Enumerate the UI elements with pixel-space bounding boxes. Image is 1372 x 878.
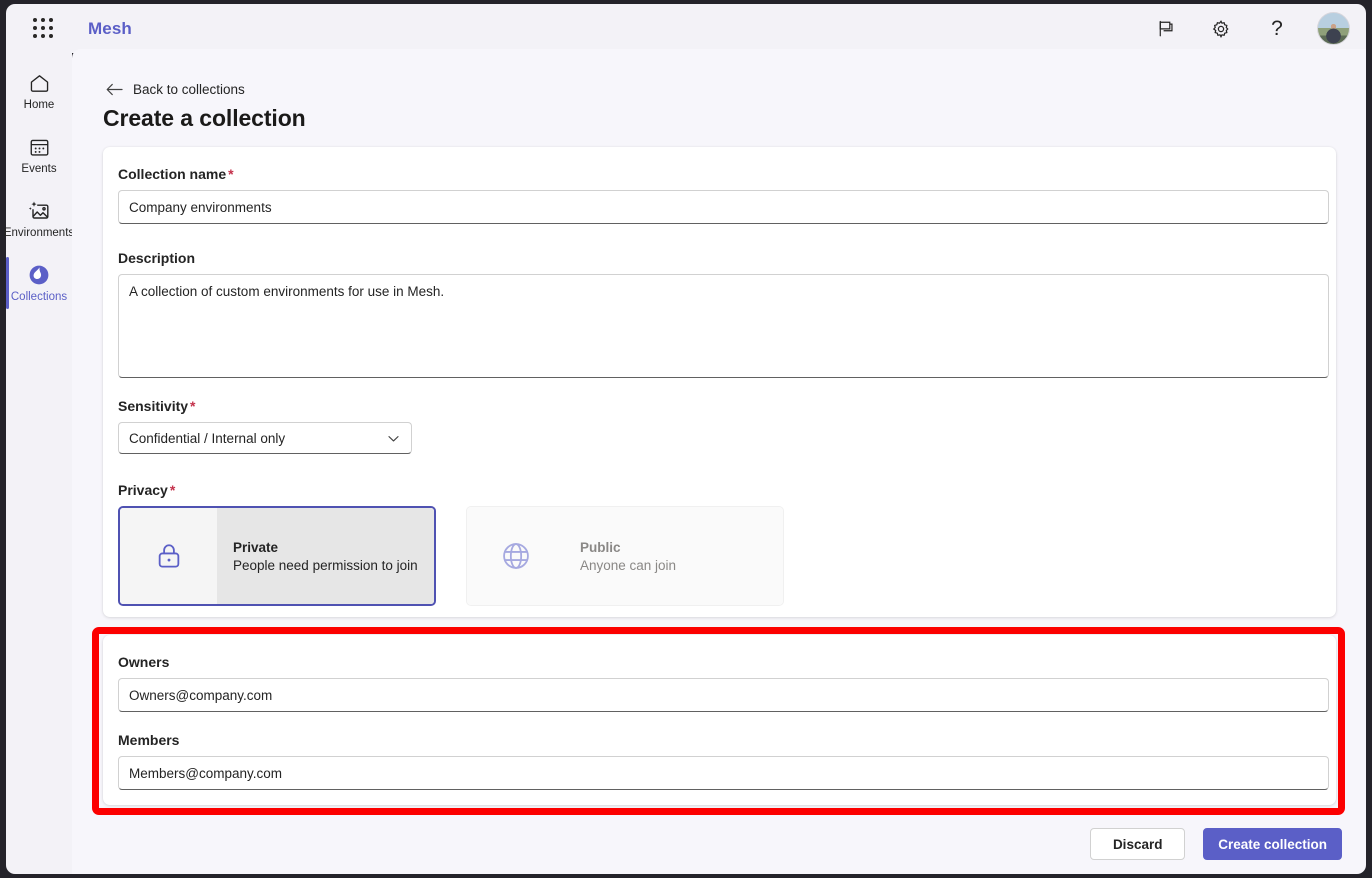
- sensitivity-field: Sensitivity* Confidential / Internal onl…: [118, 398, 412, 454]
- privacy-text-pane: Private People need permission to join: [217, 508, 434, 604]
- privacy-label: Privacy*: [118, 482, 784, 498]
- top-bar: Mesh ?: [6, 4, 1366, 53]
- top-bar-actions: ?: [1149, 12, 1350, 45]
- people-card: Owners Members: [103, 635, 1336, 805]
- sidebar-item-label: Home: [24, 99, 55, 112]
- privacy-option-title: Public: [580, 540, 783, 555]
- arrow-left-icon: [106, 82, 123, 97]
- privacy-field: Privacy*: [118, 482, 784, 606]
- app-window: Mesh ?: [0, 0, 1372, 878]
- sidebar-item-home[interactable]: Home: [6, 59, 72, 123]
- collection-name-field: Collection name*: [118, 166, 1329, 224]
- privacy-option-public[interactable]: Public Anyone can join: [466, 506, 784, 606]
- members-field: Members: [118, 732, 1329, 790]
- collection-name-label: Collection name*: [118, 166, 1329, 182]
- globe-icon: [498, 538, 534, 574]
- back-to-collections-link[interactable]: Back to collections: [106, 82, 245, 97]
- help-icon[interactable]: ?: [1261, 13, 1293, 45]
- back-link-label: Back to collections: [133, 82, 245, 97]
- app-launcher-icon[interactable]: [30, 16, 56, 42]
- collections-globe-icon: [27, 262, 51, 288]
- members-label: Members: [118, 732, 1329, 748]
- create-collection-button[interactable]: Create collection: [1203, 828, 1342, 860]
- required-asterisk: *: [190, 398, 195, 414]
- owners-input[interactable]: [118, 678, 1329, 712]
- privacy-option-title: Private: [233, 540, 434, 555]
- description-textarea[interactable]: [118, 274, 1329, 378]
- description-field: Description: [118, 250, 1329, 383]
- sidebar-item-events[interactable]: Events: [6, 123, 72, 187]
- sidebar-item-label: Collections: [11, 291, 67, 304]
- members-input[interactable]: [118, 756, 1329, 790]
- privacy-text-pane: Public Anyone can join: [564, 507, 783, 605]
- sidebar-item-collections[interactable]: Collections: [6, 251, 72, 315]
- owners-label: Owners: [118, 654, 1329, 670]
- avatar[interactable]: [1317, 12, 1350, 45]
- required-asterisk: *: [170, 482, 175, 498]
- lock-icon: [152, 539, 186, 573]
- sidebar-item-label: Environments: [4, 227, 74, 240]
- sidebar-item-environments[interactable]: Environments: [6, 187, 72, 251]
- privacy-option-subtitle: Anyone can join: [580, 558, 783, 573]
- privacy-icon-pane: [467, 507, 564, 605]
- sidebar-item-label: Events: [21, 163, 56, 176]
- page-title: Create a collection: [103, 105, 306, 132]
- privacy-icon-pane: [120, 508, 217, 604]
- chevron-down-icon: [386, 431, 401, 446]
- gear-icon[interactable]: [1205, 13, 1237, 45]
- sensitivity-select[interactable]: Confidential / Internal only: [118, 422, 412, 454]
- privacy-options: Private People need permission to join: [118, 506, 784, 606]
- privacy-option-subtitle: People need permission to join: [233, 558, 434, 573]
- sensitivity-label: Sensitivity*: [118, 398, 412, 414]
- privacy-option-private[interactable]: Private People need permission to join: [118, 506, 436, 606]
- discard-button[interactable]: Discard: [1090, 828, 1185, 860]
- description-label: Description: [118, 250, 1329, 266]
- app-brand-title: Mesh: [88, 19, 132, 39]
- left-nav-rail: Home Events: [6, 49, 72, 874]
- flag-icon[interactable]: [1149, 13, 1181, 45]
- collection-name-input[interactable]: [118, 190, 1329, 224]
- main-content: Back to collections Create a collection …: [72, 49, 1366, 874]
- image-sparkle-icon: [27, 198, 51, 224]
- sensitivity-selected-value: Confidential / Internal only: [129, 431, 285, 446]
- required-asterisk: *: [228, 166, 233, 182]
- collection-details-card: Collection name* Description Sensitivity…: [103, 147, 1336, 617]
- owners-field: Owners: [118, 654, 1329, 712]
- calendar-icon: [28, 134, 51, 160]
- footer-actions: Discard Create collection: [1090, 828, 1342, 860]
- home-icon: [28, 70, 51, 96]
